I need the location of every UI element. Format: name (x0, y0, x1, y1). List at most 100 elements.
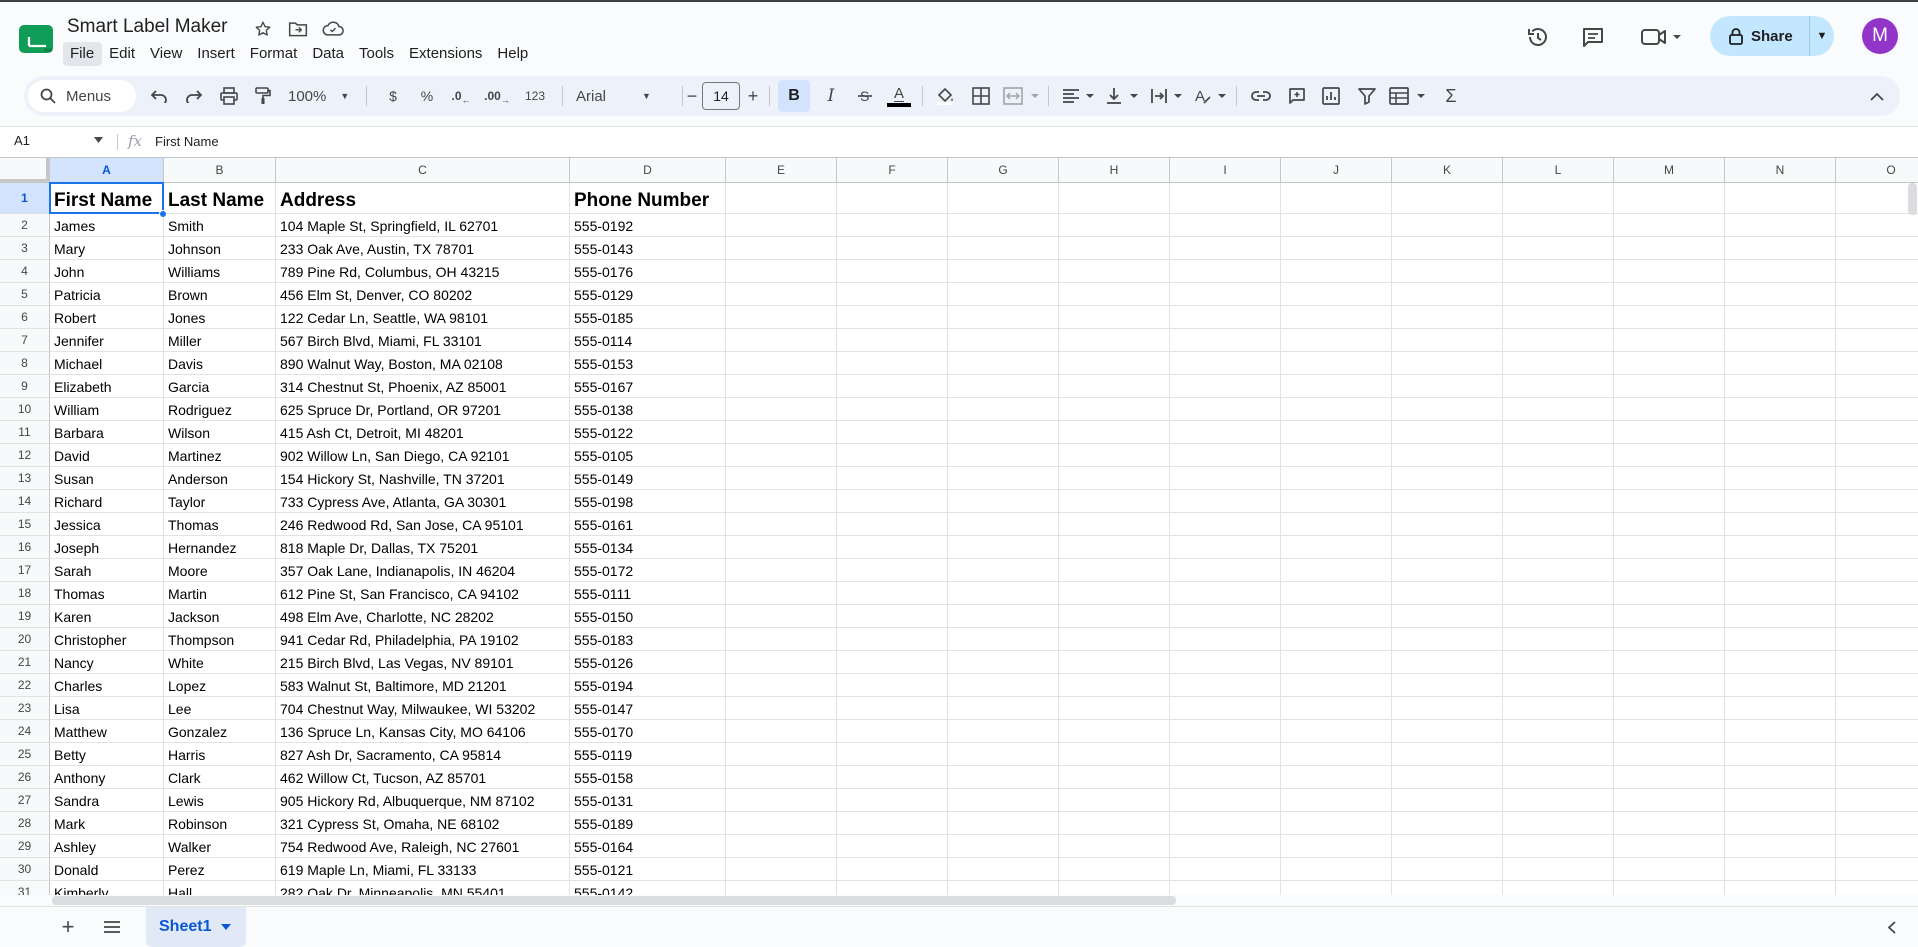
empty-cell[interactable] (1281, 237, 1392, 260)
empty-cell[interactable] (1281, 881, 1392, 895)
menu-help[interactable]: Help (490, 42, 536, 66)
empty-cell[interactable] (726, 812, 837, 835)
empty-cell[interactable] (1281, 306, 1392, 329)
empty-cell[interactable] (1614, 329, 1725, 352)
empty-cell[interactable] (1836, 306, 1918, 329)
empty-cell[interactable] (837, 766, 948, 789)
empty-cell[interactable] (1614, 812, 1725, 835)
row-header[interactable]: 28 (0, 812, 50, 835)
empty-cell[interactable] (948, 789, 1059, 812)
table-cell[interactable]: Christopher (50, 628, 164, 651)
empty-cell[interactable] (726, 421, 837, 444)
empty-cell[interactable] (1614, 444, 1725, 467)
empty-cell[interactable] (726, 490, 837, 513)
table-cell[interactable]: Perez (164, 858, 276, 881)
empty-cell[interactable] (1059, 183, 1170, 214)
row-header[interactable]: 25 (0, 743, 50, 766)
table-cell[interactable]: 555-0189 (570, 812, 726, 835)
empty-cell[interactable] (948, 651, 1059, 674)
empty-cell[interactable] (948, 536, 1059, 559)
empty-cell[interactable] (726, 858, 837, 881)
table-cell[interactable]: Sandra (50, 789, 164, 812)
empty-cell[interactable] (837, 628, 948, 651)
empty-cell[interactable] (837, 398, 948, 421)
empty-cell[interactable] (1503, 697, 1614, 720)
empty-cell[interactable] (948, 260, 1059, 283)
empty-cell[interactable] (1836, 352, 1918, 375)
table-cell[interactable]: 154 Hickory St, Nashville, TN 37201 (276, 467, 570, 490)
empty-cell[interactable] (1059, 605, 1170, 628)
menus-search[interactable]: Menus (28, 80, 136, 112)
empty-cell[interactable] (837, 789, 948, 812)
empty-cell[interactable] (1614, 183, 1725, 214)
table-cell[interactable]: Robert (50, 306, 164, 329)
empty-cell[interactable] (1836, 674, 1918, 697)
star-icon[interactable] (252, 18, 274, 40)
table-cell[interactable]: Patricia (50, 283, 164, 306)
empty-cell[interactable] (837, 467, 948, 490)
empty-cell[interactable] (1836, 536, 1918, 559)
table-cell[interactable]: 321 Cypress St, Omaha, NE 68102 (276, 812, 570, 835)
table-cell[interactable]: Richard (50, 490, 164, 513)
italic-button[interactable]: I (816, 76, 846, 116)
table-cell[interactable]: 555-0167 (570, 375, 726, 398)
table-cell[interactable]: 827 Ash Dr, Sacramento, CA 95814 (276, 743, 570, 766)
empty-cell[interactable] (1836, 858, 1918, 881)
empty-cell[interactable] (837, 329, 948, 352)
empty-cell[interactable] (726, 674, 837, 697)
empty-cell[interactable] (1503, 352, 1614, 375)
row-header[interactable]: 9 (0, 375, 50, 398)
vertical-align-icon[interactable] (1104, 76, 1144, 116)
empty-cell[interactable] (837, 881, 948, 895)
empty-cell[interactable] (1392, 812, 1503, 835)
insert-chart-icon[interactable] (1316, 76, 1346, 116)
sheet-grid[interactable]: A B C D E F G H I J K L M N O 1 2 3 4 5 6 7 8 9 10 11 12 13 14 15 16 17… (0, 157, 1918, 895)
table-cell[interactable]: 754 Redwood Ave, Raleigh, NC 27601 (276, 835, 570, 858)
menu-tools[interactable]: Tools (352, 42, 402, 66)
empty-cell[interactable] (726, 444, 837, 467)
empty-cell[interactable] (1503, 260, 1614, 283)
empty-cell[interactable] (1725, 628, 1836, 651)
empty-cell[interactable] (1059, 490, 1170, 513)
formula-input[interactable]: First Name (155, 134, 219, 149)
empty-cell[interactable] (1503, 858, 1614, 881)
empty-cell[interactable] (1170, 237, 1281, 260)
print-icon[interactable] (214, 76, 244, 116)
empty-cell[interactable] (837, 582, 948, 605)
empty-cell[interactable] (948, 812, 1059, 835)
empty-cell[interactable] (1281, 720, 1392, 743)
empty-cell[interactable] (1170, 674, 1281, 697)
empty-cell[interactable] (1725, 444, 1836, 467)
empty-cell[interactable] (948, 513, 1059, 536)
empty-cell[interactable] (1725, 237, 1836, 260)
empty-cell[interactable] (948, 398, 1059, 421)
table-cell[interactable]: Gonzalez (164, 720, 276, 743)
column-header-j[interactable]: J (1281, 158, 1392, 183)
empty-cell[interactable] (1392, 720, 1503, 743)
empty-cell[interactable] (1503, 835, 1614, 858)
empty-cell[interactable] (1614, 743, 1725, 766)
empty-cell[interactable] (1725, 766, 1836, 789)
row-header[interactable]: 3 (0, 237, 50, 260)
row-header[interactable]: 4 (0, 260, 50, 283)
empty-cell[interactable] (1059, 789, 1170, 812)
empty-cell[interactable] (1281, 214, 1392, 237)
empty-cell[interactable] (1503, 536, 1614, 559)
empty-cell[interactable] (948, 628, 1059, 651)
empty-cell[interactable] (1836, 183, 1918, 214)
empty-cell[interactable] (1281, 183, 1392, 214)
empty-cell[interactable] (1059, 536, 1170, 559)
empty-cell[interactable] (948, 214, 1059, 237)
empty-cell[interactable] (1170, 536, 1281, 559)
table-cell[interactable]: 583 Walnut St, Baltimore, MD 21201 (276, 674, 570, 697)
empty-cell[interactable] (1392, 651, 1503, 674)
horizontal-scrollbar[interactable] (52, 896, 1176, 905)
empty-cell[interactable] (1503, 651, 1614, 674)
table-cell[interactable]: Jennifer (50, 329, 164, 352)
empty-cell[interactable] (1170, 743, 1281, 766)
empty-cell[interactable] (948, 766, 1059, 789)
table-cell[interactable]: Moore (164, 559, 276, 582)
empty-cell[interactable] (1614, 467, 1725, 490)
vertical-scrollbar[interactable] (1908, 183, 1917, 215)
table-cell[interactable]: Jones (164, 306, 276, 329)
